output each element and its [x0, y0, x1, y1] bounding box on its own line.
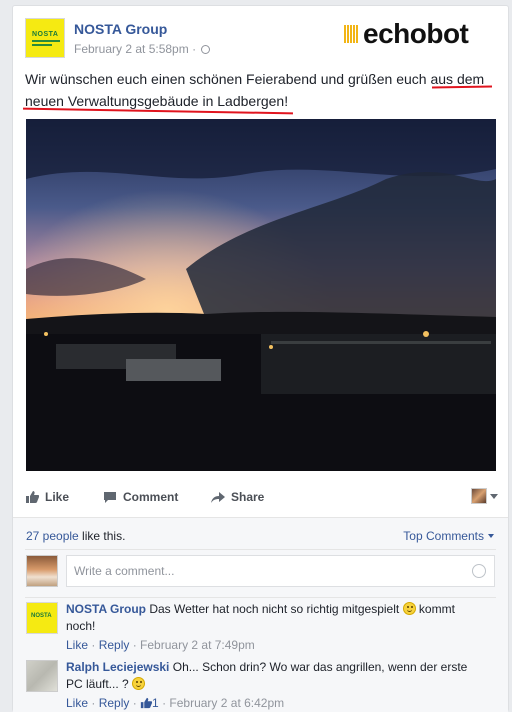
comment-text: Das Wetter hat noch nicht so richtig mit…	[149, 602, 400, 616]
post-actions: Like Comment Share	[25, 484, 498, 512]
comment-author-avatar[interactable]	[26, 660, 58, 692]
chevron-down-icon	[488, 534, 494, 538]
echobot-wordmark: echobot	[363, 18, 469, 49]
comment-button[interactable]: Comment	[103, 490, 178, 504]
likes-suffix: like this.	[78, 529, 126, 543]
avatar-logo-text: NOSTA	[32, 31, 59, 38]
chevron-down-icon	[490, 493, 498, 499]
share-button[interactable]: Share	[211, 490, 264, 504]
sunset-photo	[26, 119, 496, 471]
echobot-logo: echobot	[344, 18, 496, 49]
share-arrow-icon	[211, 492, 225, 503]
comment-time[interactable]: February 2 at 6:42pm	[169, 696, 284, 710]
globe-icon[interactable]	[201, 45, 211, 54]
comment-label: Comment	[123, 490, 179, 504]
post-as-selector[interactable]	[471, 488, 498, 504]
comment-likes-count[interactable]: 1	[152, 696, 159, 710]
comment-meta: Like · Reply · February 2 at 7:49pm	[66, 638, 255, 652]
comment-like-link[interactable]: Like	[66, 696, 88, 710]
like-button[interactable]: Like	[25, 490, 69, 504]
comment-meta: Like · Reply · 1 · February 2 at 6:42pm	[66, 696, 285, 710]
like-label: Like	[45, 490, 70, 504]
comment-like-link[interactable]: Like	[66, 638, 88, 652]
comment-author-link[interactable]: Ralph Leciejewski	[66, 660, 169, 674]
divider	[25, 597, 496, 598]
thumbs-up-icon	[26, 491, 39, 503]
comment-icon	[104, 492, 116, 503]
divider	[25, 549, 496, 550]
likes-summary: 27 people like this.	[26, 529, 125, 543]
post-meta: February 2 at 5:58pm ·	[74, 42, 211, 56]
comment-body: NOSTA Group Das Wetter hat noch nicht so…	[66, 601, 486, 654]
smiley-emoji-icon	[132, 677, 146, 690]
post-timestamp[interactable]: February 2 at 5:58pm	[74, 42, 189, 56]
top-comments-dropdown[interactable]: Top Comments	[403, 529, 494, 543]
post-text: Wir wünschen euch einen schönen Feierabe…	[25, 71, 485, 109]
comment-time[interactable]: February 2 at 7:49pm	[140, 638, 255, 652]
page-name-link[interactable]: NOSTA Group	[74, 21, 167, 37]
comment-box[interactable]	[66, 555, 495, 587]
smiley-emoji-icon	[402, 602, 416, 615]
likes-count-link[interactable]: 27 people	[26, 529, 79, 543]
comment-reply-link[interactable]: Reply	[99, 638, 130, 652]
thumbs-up-icon	[140, 697, 153, 709]
comment-author-avatar[interactable]: NOSTA	[26, 602, 58, 634]
meta-separator: ·	[192, 42, 197, 56]
post-photo[interactable]	[26, 119, 496, 471]
comments-area: 27 people like this. Top Comments NOSTA …	[13, 518, 508, 712]
profile-thumb	[471, 488, 487, 504]
comment-input[interactable]	[67, 556, 457, 586]
comment-body: Ralph Leciejewski Oh... Schon drin? Wo w…	[66, 659, 486, 712]
top-comments-label: Top Comments	[403, 529, 484, 543]
comment-author-link[interactable]: NOSTA Group	[66, 602, 146, 616]
current-user-avatar[interactable]	[26, 555, 58, 587]
echobot-bars-icon	[344, 25, 360, 43]
page-avatar[interactable]: NOSTA	[25, 18, 65, 58]
comment-reply-link[interactable]: Reply	[99, 696, 130, 710]
post-card: NOSTA NOSTA Group February 2 at 5:58pm ·…	[12, 5, 509, 712]
share-label: Share	[231, 490, 265, 504]
emoji-picker-icon[interactable]	[472, 564, 486, 578]
